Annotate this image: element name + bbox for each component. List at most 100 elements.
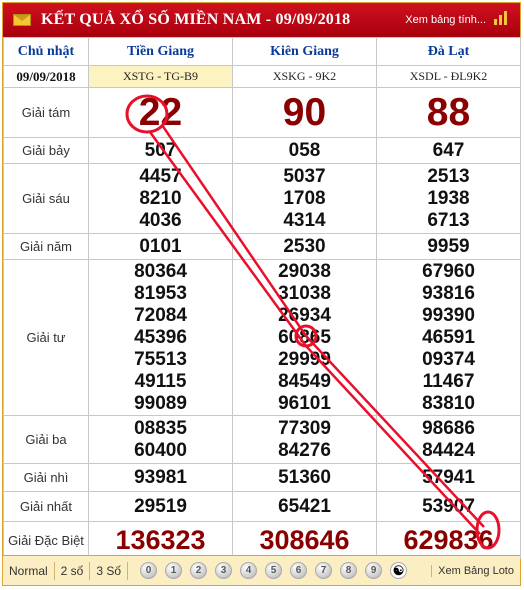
prize-label: Giải nhì bbox=[3, 463, 89, 492]
prize-number: 507 bbox=[88, 137, 233, 164]
prize-number: 72084 bbox=[134, 304, 187, 326]
prize-number: 08835 bbox=[134, 417, 187, 439]
prize-number: 0101 bbox=[88, 233, 233, 260]
prize-number: 67960 bbox=[422, 260, 475, 282]
prize-number: 46591 bbox=[422, 326, 475, 348]
prize-row-g3: Giải ba 08835 60400 77309 84276 98686 84424 bbox=[3, 415, 521, 464]
digit-ball[interactable]: 4 bbox=[240, 562, 258, 579]
digit-ball[interactable]: 7 bbox=[315, 562, 333, 579]
digit-ball[interactable]: 3 bbox=[215, 562, 233, 579]
prize-number: 84276 bbox=[278, 439, 331, 461]
bar-chart-icon[interactable] bbox=[494, 11, 508, 25]
prize-number: 4036 bbox=[139, 209, 182, 231]
prize-number: 93816 bbox=[422, 282, 475, 304]
prize-number: 60865 bbox=[278, 326, 331, 348]
mode-normal-button[interactable]: Normal bbox=[3, 561, 55, 580]
prize-number: 5037 bbox=[283, 165, 326, 187]
view-calc-link[interactable]: Xem bảng tính... bbox=[405, 14, 486, 26]
prize-cell: 98686 84424 bbox=[376, 415, 521, 464]
prize-cell: 08835 60400 bbox=[88, 415, 233, 464]
prize-number: 22 bbox=[88, 87, 233, 138]
prize-number: 75513 bbox=[134, 348, 187, 370]
results-header: KẾT QUẢ XỔ SỐ MIỀN NAM - 09/09/2018 Xem … bbox=[3, 3, 520, 37]
prize-number: 4457 bbox=[139, 165, 182, 187]
draw-date: 09/09/2018 bbox=[3, 65, 89, 88]
prize-number: 81953 bbox=[134, 282, 187, 304]
envelope-icon bbox=[13, 14, 31, 26]
prize-number: 77309 bbox=[278, 417, 331, 439]
prize-cell: 29038 31038 26934 60865 29999 84549 96101 bbox=[232, 259, 377, 416]
prize-number: 058 bbox=[232, 137, 377, 164]
prize-row-g6: Giải sáu 4457 8210 4036 5037 1708 4314 2513 1… bbox=[3, 163, 521, 234]
prize-label: Giải nhất bbox=[3, 491, 89, 522]
prize-row-g4: Giải tư 80364 81953 72084 45396 75513 49115 99… bbox=[3, 259, 521, 416]
prize-number: 98686 bbox=[422, 417, 475, 439]
prize-number: 11467 bbox=[422, 370, 475, 392]
prize-cell: 5037 1708 4314 bbox=[232, 163, 377, 234]
prize-number: 4314 bbox=[283, 209, 326, 231]
view-loto-link[interactable]: Xem Bảng Loto bbox=[431, 564, 514, 577]
province-row: Chủ nhật Tiền Giang Kiên Giang Đà Lạt bbox=[3, 37, 521, 66]
prize-number: 1938 bbox=[427, 187, 470, 209]
ticket-code: XSTG - TG-B9 bbox=[88, 65, 233, 88]
prize-number: 84424 bbox=[422, 439, 475, 461]
special-prize-number: 629836 bbox=[376, 521, 521, 559]
prize-number: 53907 bbox=[376, 491, 521, 522]
prize-number: 8210 bbox=[139, 187, 182, 209]
prize-label: Giải ba bbox=[3, 415, 89, 464]
prize-number: 99089 bbox=[134, 392, 187, 414]
prize-number: 49115 bbox=[134, 370, 187, 392]
special-prize-number: 136323 bbox=[88, 521, 233, 559]
digit-filter: 0 1 2 3 4 5 6 7 8 9 ☯ bbox=[140, 562, 408, 579]
prize-cell: 2513 1938 6713 bbox=[376, 163, 521, 234]
digit-ball[interactable]: 2 bbox=[190, 562, 208, 579]
prize-number: 80364 bbox=[134, 260, 187, 282]
prize-number: 90 bbox=[232, 87, 377, 138]
prize-number: 96101 bbox=[278, 392, 331, 414]
prize-number: 26934 bbox=[278, 304, 331, 326]
prize-row-g8: Giải tám 22 90 88 bbox=[3, 87, 521, 138]
results-footer: Normal 2 số 3 Số 0 1 2 3 4 5 6 7 8 9 ☯ X… bbox=[3, 555, 520, 585]
prize-number: 6713 bbox=[427, 209, 470, 231]
prize-label: Giải tư bbox=[3, 259, 89, 416]
mode-3-digit-button[interactable]: 3 Số bbox=[90, 561, 129, 580]
prize-label: Giải sáu bbox=[3, 163, 89, 234]
results-table: Chủ nhật Tiền Giang Kiên Giang Đà Lạt 09… bbox=[3, 37, 521, 559]
prize-label: Giải tám bbox=[3, 87, 89, 138]
prize-number: 57941 bbox=[376, 463, 521, 492]
yin-yang-icon[interactable]: ☯ bbox=[390, 562, 408, 579]
province-name[interactable]: Đà Lạt bbox=[376, 37, 521, 66]
province-name[interactable]: Kiên Giang bbox=[232, 37, 377, 66]
province-name[interactable]: Tiền Giang bbox=[88, 37, 233, 66]
special-prize-number: 308646 bbox=[232, 521, 377, 559]
prize-number: 29519 bbox=[88, 491, 233, 522]
day-of-week: Chủ nhật bbox=[3, 37, 89, 66]
ticket-code: XSDL - ĐL9K2 bbox=[376, 65, 521, 88]
prize-number: 1708 bbox=[283, 187, 326, 209]
prize-number: 09374 bbox=[422, 348, 475, 370]
mode-2-digit-button[interactable]: 2 số bbox=[55, 561, 91, 580]
prize-cell: 67960 93816 99390 46591 09374 11467 83810 bbox=[376, 259, 521, 416]
prize-number: 60400 bbox=[134, 439, 187, 461]
prize-number: 88 bbox=[376, 87, 521, 138]
prize-number: 83810 bbox=[422, 392, 475, 414]
prize-number: 84549 bbox=[278, 370, 331, 392]
prize-label: Giải Đặc Biệt bbox=[3, 521, 89, 559]
prize-row-g1: Giải nhất 29519 65421 53907 bbox=[3, 491, 521, 522]
digit-ball[interactable]: 1 bbox=[165, 562, 183, 579]
digit-ball[interactable]: 8 bbox=[340, 562, 358, 579]
prize-number: 51360 bbox=[232, 463, 377, 492]
prize-cell: 4457 8210 4036 bbox=[88, 163, 233, 234]
digit-ball[interactable]: 9 bbox=[365, 562, 383, 579]
prize-label: Giải năm bbox=[3, 233, 89, 260]
digit-ball[interactable]: 6 bbox=[290, 562, 308, 579]
prize-row-g2: Giải nhì 93981 51360 57941 bbox=[3, 463, 521, 492]
prize-row-g5: Giải năm 0101 2530 9959 bbox=[3, 233, 521, 260]
prize-cell: 77309 84276 bbox=[232, 415, 377, 464]
prize-row-g7: Giải bảy 507 058 647 bbox=[3, 137, 521, 164]
digit-ball[interactable]: 0 bbox=[140, 562, 158, 579]
digit-ball[interactable]: 5 bbox=[265, 562, 283, 579]
prize-label: Giải bảy bbox=[3, 137, 89, 164]
prize-number: 93981 bbox=[88, 463, 233, 492]
prize-number: 65421 bbox=[232, 491, 377, 522]
